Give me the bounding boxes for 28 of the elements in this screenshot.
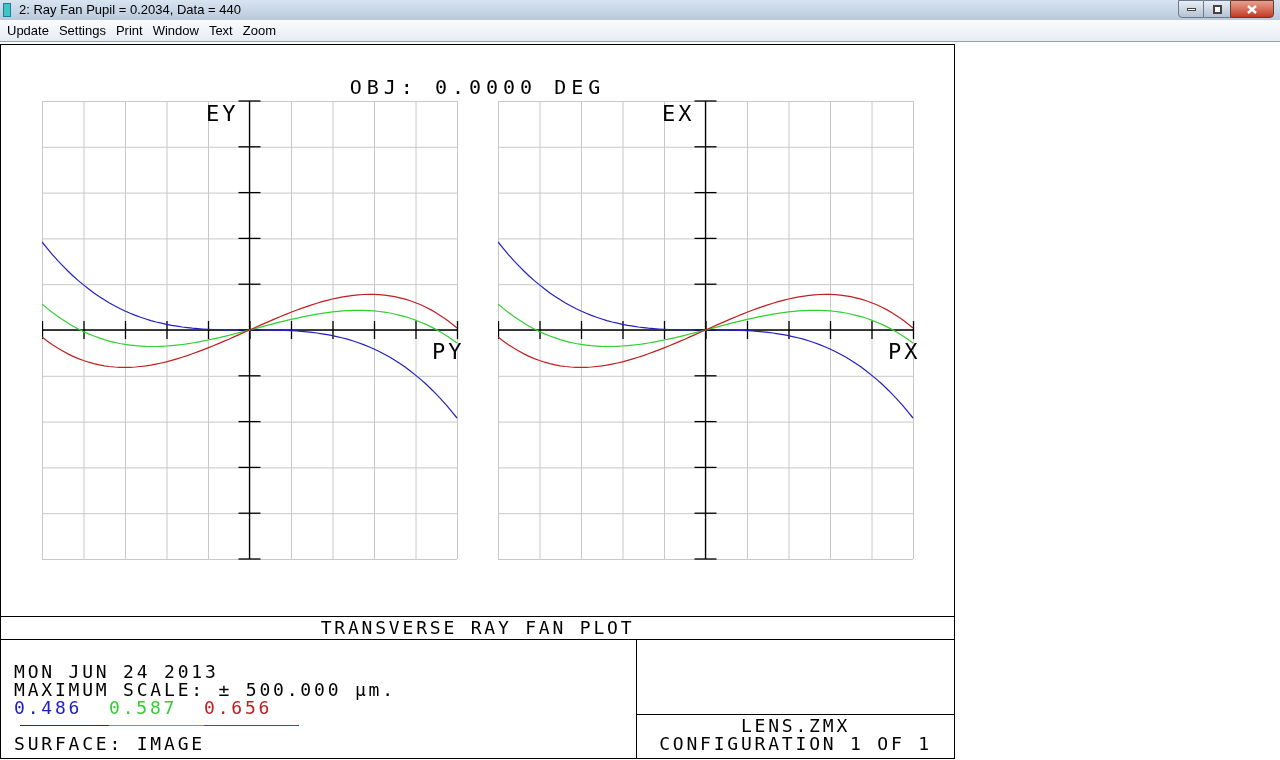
date-text: MON JUN 24 2013 [14, 663, 219, 681]
wavelength-label: 0.587 [109, 699, 178, 717]
close-icon [1247, 4, 1257, 14]
axis-label: EX [662, 101, 695, 126]
axis-label: EY [206, 101, 239, 126]
wavelength-label: 0.486 [14, 699, 83, 717]
plot-title: OBJ: 0.0000 DEG [348, 76, 607, 98]
file-name: LENS.ZMX [740, 717, 851, 735]
close-button[interactable] [1230, 0, 1274, 18]
window-title: 2: Ray Fan Pupil = 0.2034, Data = 440 [19, 1, 241, 20]
surface-text: SURFACE: IMAGE [14, 735, 205, 753]
scale-text: MAXIMUM SCALE: ± 500.000 µm. [14, 681, 396, 699]
menu-item[interactable]: Print [110, 21, 148, 40]
wavelength-label: 0.656 [204, 699, 273, 717]
restore-button[interactable] [1204, 0, 1230, 18]
axis-label: PX [888, 339, 921, 364]
menu-item[interactable]: Zoom [237, 21, 281, 40]
restore-icon [1212, 4, 1222, 14]
axis-label: PY [432, 339, 465, 364]
app-icon [3, 3, 11, 17]
configuration-text: CONFIGURATION 1 OF 1 [659, 735, 932, 753]
menu-item[interactable]: Update [2, 21, 54, 40]
minimize-button[interactable] [1178, 0, 1204, 18]
plot-type-title: TRANSVERSE RAY FAN PLOT [320, 619, 635, 637]
menu-item[interactable]: Text [203, 21, 238, 40]
menu-item[interactable]: Settings [53, 21, 111, 40]
menu-item[interactable]: Window [147, 21, 204, 40]
minimize-icon [1186, 7, 1196, 11]
